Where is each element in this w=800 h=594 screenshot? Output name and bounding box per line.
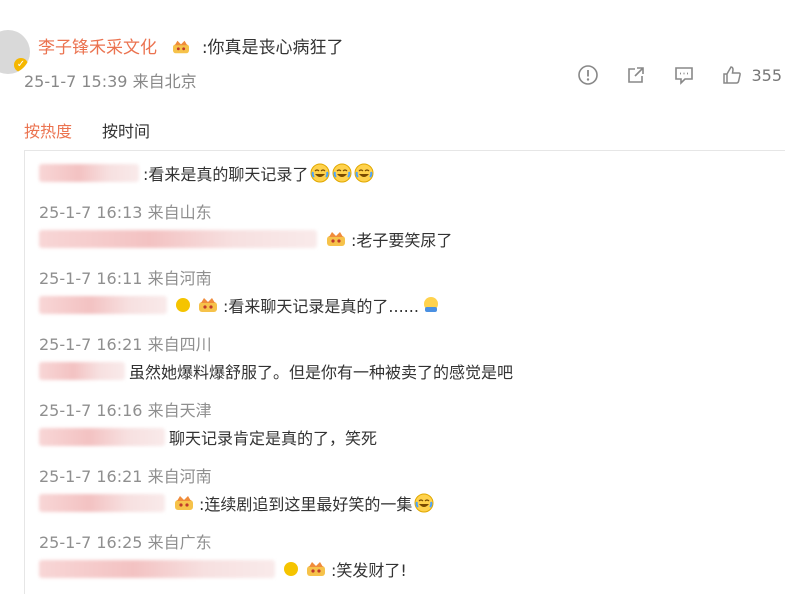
reply-text: 虽然她爆料爆舒服了。但是你有一种被卖了的感觉是吧 (129, 363, 514, 382)
hug-emoji-icon (423, 297, 438, 312)
comment-timestamp: 25-1-7 15:39 (24, 72, 128, 91)
reply-list: :看来是真的聊天记录了 25-1-7 16:13 来自山东 :老子要笑尿了 25… (24, 150, 785, 594)
reply-text: :连续剧追到这里最好笑的一集 (199, 495, 413, 514)
reply-timestamp: 25-1-7 16:25 (39, 533, 143, 552)
reply-text: :老子要笑尿了 (351, 231, 453, 250)
reply-timestamp: 25-1-7 16:11 (39, 269, 143, 288)
report-button[interactable] (577, 64, 599, 86)
like-count: 355 (751, 65, 782, 85)
crown-badge-icon (325, 230, 347, 248)
comment-icon (675, 67, 694, 85)
list-item: 聊天记录肯定是真的了，笑死 25-1-7 16:21 来自河南 (39, 425, 377, 487)
list-item: :看来是真的聊天记录了 25-1-7 16:13 来自山东 (39, 161, 374, 223)
reply-timestamp: 25-1-7 16:13 (39, 203, 143, 222)
like-thumb-icon (723, 66, 742, 84)
tab-sort-by-time[interactable]: 按时间 (102, 118, 150, 142)
list-item: :看来聊天记录是真的了...... 25-1-7 16:21 来自四川 (39, 293, 441, 355)
reply-timestamp: 25-1-7 16:21 (39, 467, 143, 486)
crown-badge-icon (173, 494, 195, 512)
like-button[interactable]: 355 (721, 64, 782, 86)
comment-location: 来自北京 (132, 72, 197, 91)
reply-button[interactable] (673, 64, 695, 86)
crown-badge-icon (197, 296, 219, 314)
tab-sort-by-hot[interactable]: 按热度 (24, 118, 72, 142)
crown-badge-icon (305, 560, 327, 578)
blurred-username (39, 230, 317, 248)
warning-circle-icon (578, 65, 599, 85)
laugh-cry-emoji-icon (310, 163, 330, 183)
comment-header: 李子锋禾采文化 :你真是丧心病狂了 (38, 33, 344, 58)
sort-tabs: 按热度 按时间 (24, 118, 150, 142)
list-item: 虽然她爆料爆舒服了。但是你有一种被卖了的感觉是吧 25-1-7 16:16 来自… (39, 359, 513, 421)
blurred-username (39, 494, 165, 512)
blurred-username (39, 164, 139, 182)
laugh-cry-emoji-icon (414, 493, 434, 513)
blurred-username (39, 560, 275, 578)
crown-badge-icon (170, 39, 192, 55)
list-item: :笑发财了! (39, 557, 407, 581)
comment-text: :你真是丧心病狂了 (201, 38, 344, 58)
list-item: :老子要笑尿了 25-1-7 16:11 来自河南 (39, 227, 452, 289)
forward-button[interactable] (625, 64, 647, 86)
blurred-username (39, 428, 165, 446)
reply-text: :看来聊天记录是真的了...... (223, 297, 419, 316)
comment-username[interactable]: 李子锋禾采文化 (38, 38, 157, 58)
reply-timestamp: 25-1-7 16:21 (39, 335, 143, 354)
reply-location: 来自河南 (147, 269, 212, 288)
reply-location: 来自四川 (147, 335, 212, 354)
reply-text: :看来是真的聊天记录了 (143, 165, 309, 184)
comment-meta: 25-1-7 15:39 来自北京 (24, 68, 197, 92)
forward-icon (628, 67, 645, 83)
blurred-username (39, 296, 167, 314)
blurred-username (39, 362, 125, 380)
reply-location: 来自山东 (147, 203, 212, 222)
reply-location: 来自广东 (147, 533, 212, 552)
laugh-cry-emoji-icon (332, 163, 352, 183)
verified-badge-icon (284, 562, 298, 576)
reply-text: :笑发财了! (331, 561, 407, 580)
list-item: :连续剧追到这里最好笑的一集 25-1-7 16:25 来自广东 (39, 491, 434, 553)
reply-location: 来自河南 (147, 467, 212, 486)
reply-text: 聊天记录肯定是真的了，笑死 (169, 429, 378, 448)
reply-timestamp: 25-1-7 16:16 (39, 401, 143, 420)
laugh-cry-emoji-icon (354, 163, 374, 183)
reply-location: 来自天津 (147, 401, 212, 420)
verified-badge-icon (176, 298, 190, 312)
comment-toolbar: 355 (577, 64, 782, 86)
